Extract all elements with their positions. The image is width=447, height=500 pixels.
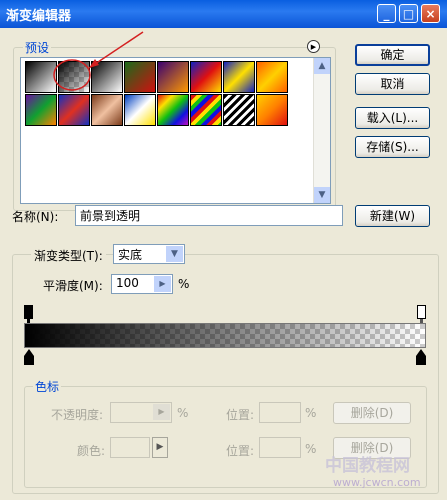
close-icon: × (425, 7, 436, 21)
preset-swatch[interactable] (124, 94, 156, 126)
scroll-down-icon[interactable]: ▼ (314, 187, 330, 203)
opacity-stop-right-icon[interactable] (417, 305, 426, 319)
scroll-up-icon[interactable]: ▲ (314, 58, 330, 74)
minimize-button[interactable]: _ (377, 4, 396, 23)
presets-label: 预设 (23, 39, 52, 56)
ok-button[interactable]: 确定 (355, 44, 430, 66)
dialog-body: 预设 ▶ ▲ ▼ 确定 取消 载入(L)... 存储(S)... 名称(N): … (3, 28, 444, 497)
load-button[interactable]: 载入(L)... (355, 107, 430, 129)
opacity-input: ▶ (110, 402, 172, 423)
opacity-slider-arrow-icon: ▶ (153, 404, 170, 420)
preset-swatch[interactable] (190, 61, 222, 93)
smoothness-unit: % (178, 277, 190, 291)
watermark-url: www.jcwcn.com (333, 476, 421, 489)
save-button[interactable]: 存储(S)... (355, 136, 430, 158)
location-unit-1: % (305, 406, 317, 420)
gradient-preview-bar[interactable] (24, 323, 426, 348)
opacity-unit: % (177, 406, 189, 420)
location-label-2: 位置: (226, 444, 255, 458)
preset-swatch[interactable] (256, 61, 288, 93)
color-swatch-field (110, 437, 150, 458)
color-label: 颜色: (77, 444, 106, 458)
close-button[interactable]: × (421, 4, 440, 23)
gradient-type-value: 实底 (118, 248, 143, 262)
preset-swatch[interactable] (190, 94, 222, 126)
cancel-button[interactable]: 取消 (355, 73, 430, 95)
watermark-text: 中国教程网 (325, 456, 410, 476)
location-label-1: 位置: (226, 408, 255, 422)
preset-swatch[interactable] (25, 94, 57, 126)
preset-swatch[interactable] (256, 94, 288, 126)
gradient-type-select[interactable]: 实底 ▼ (113, 244, 185, 264)
new-button[interactable]: 新建(W) (355, 205, 430, 227)
opacity-stop-left-icon[interactable] (24, 305, 33, 319)
annotation-arrow (53, 31, 144, 91)
location-input-1 (259, 402, 301, 423)
presets-menu-arrow-icon[interactable]: ▶ (307, 40, 320, 53)
delete-opacity-stop-button: 删除(D) (333, 402, 411, 424)
maximize-button[interactable]: □ (399, 4, 418, 23)
location-unit-2: % (305, 442, 317, 456)
title-bar[interactable]: 渐变编辑器 _ □ × (0, 0, 447, 28)
smoothness-value: 100 (116, 276, 139, 290)
color-picker-arrow-icon: ▶ (152, 437, 168, 458)
location-input-2 (259, 437, 301, 458)
color-stop-right-icon[interactable] (416, 349, 426, 356)
preset-swatch[interactable] (223, 94, 255, 126)
gradient-type-label: 渐变类型(T): (31, 247, 106, 264)
smoothness-slider-arrow-icon[interactable]: ▶ (154, 276, 171, 292)
minimize-icon: _ (383, 7, 390, 21)
smoothness-input[interactable]: 100 ▶ (111, 274, 173, 294)
name-label: 名称(N): (12, 210, 59, 224)
preset-swatch[interactable] (157, 94, 189, 126)
color-stop-left-swatch[interactable] (24, 356, 34, 365)
name-input[interactable]: 前景到透明 (75, 205, 343, 226)
chevron-down-icon[interactable]: ▼ (166, 246, 183, 262)
preset-swatch[interactable] (91, 94, 123, 126)
preset-swatch[interactable] (223, 61, 255, 93)
color-stop-left-icon[interactable] (24, 349, 34, 356)
smoothness-label: 平滑度(M): (43, 279, 103, 293)
maximize-icon: □ (402, 7, 415, 21)
preset-swatch[interactable] (157, 61, 189, 93)
preset-scrollbar[interactable]: ▲ ▼ (313, 58, 330, 203)
preset-swatch[interactable] (58, 94, 90, 126)
window-title: 渐变编辑器 (6, 9, 72, 24)
color-stops-label: 色标 (33, 378, 62, 395)
opacity-label: 不透明度: (51, 408, 104, 422)
color-stop-right-swatch[interactable] (416, 356, 426, 365)
